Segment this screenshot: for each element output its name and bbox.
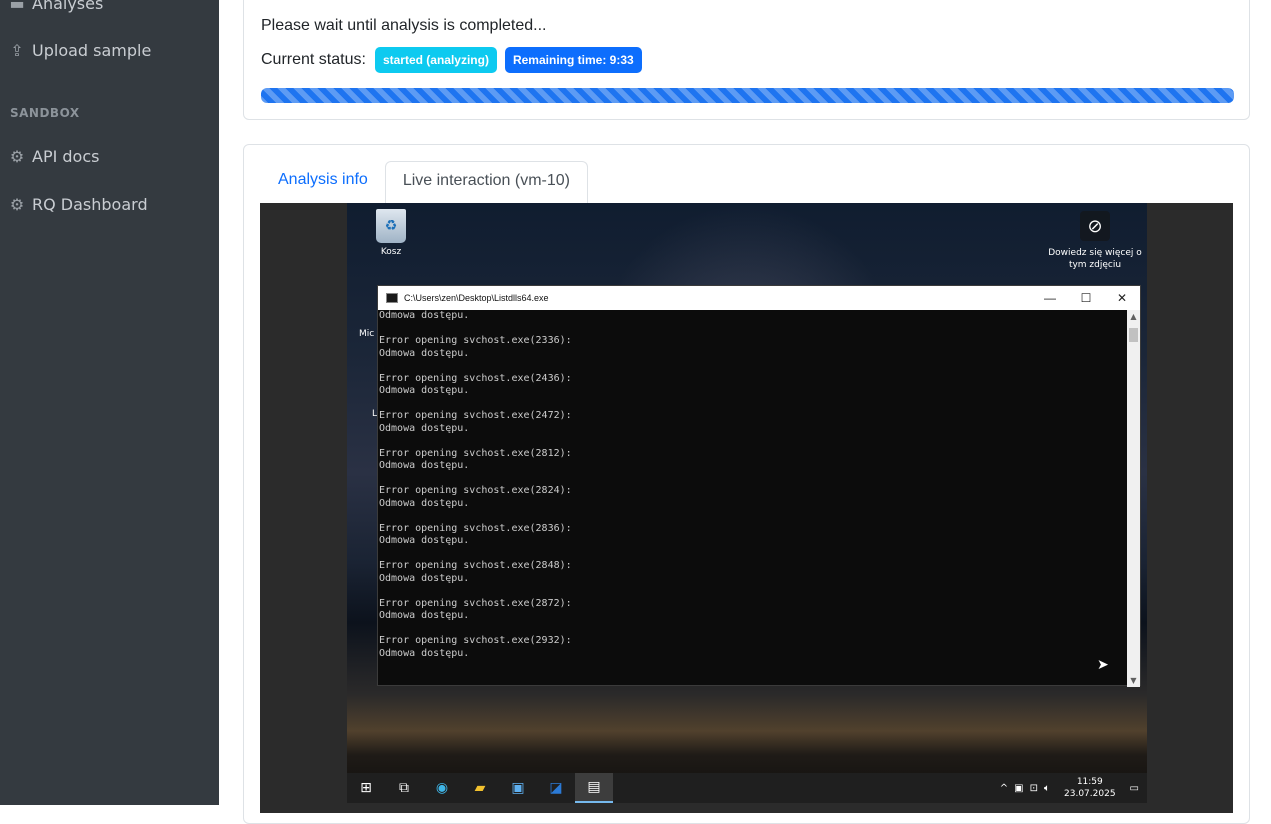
status-label: Current status:	[261, 51, 366, 68]
cmd-output-line	[379, 473, 1128, 486]
sidebar-item-label: RQ Dashboard	[32, 195, 148, 214]
analysis-tabs-card: Analysis info Live interaction (vm-10) ♻…	[243, 144, 1250, 824]
sidebar-item-upload-sample[interactable]: ⇪ Upload sample	[10, 41, 151, 60]
cmd-output-line: Odmowa dostępu.	[379, 497, 470, 509]
cmd-output-line: Error opening svchost.exe(2472):	[379, 410, 572, 421]
cmd-output-line: Odmowa dostępu.	[379, 647, 470, 659]
taskbar-clock[interactable]: 11:59 23.07.2025	[1064, 776, 1116, 800]
cmd-output-line	[379, 398, 1128, 411]
cmd-output-line: Odmowa dostępu.	[379, 572, 470, 584]
cmd-output-line: Error opening svchost.exe(2436):	[379, 372, 572, 384]
task-view-icon[interactable]: ⧉	[385, 773, 423, 803]
recycle-bin-icon: ♻	[376, 209, 406, 243]
cmd-output[interactable]: Odmowa dostępu. Error opening svchost.exe…	[378, 310, 1128, 687]
cmd-window-title: C:\Users\zen\Desktop\Listdlls64.exe	[404, 293, 549, 303]
mouse-cursor-icon: ➤	[1097, 657, 1109, 673]
cmd-output-line: Odmowa dostępu.	[379, 347, 470, 359]
camera-icon: ⊘	[1080, 211, 1110, 241]
vm-taskbar: ⊞ ⧉ ◉ ▰ ▣ ◪ ▤ ^ ▣ ⊡ 🔈︎ 11:59 23.07.2025	[347, 773, 1147, 803]
cmd-output-line: Error opening svchost.exe(2836):	[379, 522, 572, 534]
sidebar-item-rq-dashboard[interactable]: ⚙ RQ Dashboard	[10, 195, 148, 214]
desktop-icon-partial-label: Mic	[359, 329, 375, 339]
outlook-icon[interactable]: ◪	[537, 773, 575, 803]
cmd-window[interactable]: C:\Users\zen\Desktop\Listdlls64.exe — ☐ …	[377, 285, 1141, 687]
sidebar-item-label: Upload sample	[32, 41, 152, 60]
cmd-output-line: Error opening svchost.exe(2336):	[379, 335, 572, 346]
tab-analysis-info[interactable]: Analysis info	[261, 161, 385, 204]
analysis-progress-bar	[261, 88, 1234, 103]
gear-icon: ⚙	[9, 195, 25, 214]
network-icon[interactable]: ⊡	[1030, 783, 1038, 794]
clock-time: 11:59	[1076, 777, 1103, 787]
list-icon: ▬	[9, 0, 25, 13]
sidebar-section-heading: SANDBOX	[10, 106, 80, 120]
vm-desktop[interactable]: ♻ Kosz ⊘ Dowiedz się więcej o tym zdjęci…	[347, 203, 1147, 803]
cmd-output-line: Error opening svchost.exe(2932):	[379, 635, 572, 646]
remaining-time-badge: Remaining time: 9:33	[504, 47, 642, 73]
main-content: Please wait until analysis is completed.…	[219, 0, 1271, 824]
cmd-output-line: Error opening svchost.exe(2824):	[379, 485, 572, 496]
cmd-icon[interactable]: ▤	[575, 773, 613, 803]
cmd-scrollbar[interactable]: ▲ ▼	[1127, 310, 1140, 687]
scroll-down-icon[interactable]: ▼	[1127, 676, 1140, 685]
scrollbar-thumb[interactable]	[1129, 328, 1138, 342]
recycle-bin-desktop-icon[interactable]: ♻ Kosz	[369, 209, 413, 257]
cmd-output-line: Odmowa dostępu.	[379, 385, 470, 396]
recycle-bin-label: Kosz	[380, 247, 402, 257]
upload-icon: ⇪	[10, 41, 24, 60]
cmd-output-line	[379, 548, 1128, 561]
cmd-output-line	[379, 623, 1128, 636]
cmd-output-line: Odmowa dostępu.	[379, 422, 470, 434]
minimize-icon[interactable]: —	[1032, 291, 1068, 305]
clock-date: 23.07.2025	[1064, 789, 1116, 799]
cmd-output-line: Error opening svchost.exe(2872):	[379, 597, 572, 609]
notification-icon[interactable]: ▭	[1130, 783, 1139, 794]
cmd-output-line: Odmowa dostępu.	[379, 610, 470, 621]
sidebar-item-label: Analyses	[32, 0, 104, 13]
volume-icon[interactable]: 🔈︎	[1044, 783, 1050, 794]
windows-start-icon[interactable]: ⊞	[347, 773, 385, 803]
cmd-output-line: Error opening svchost.exe(2848):	[379, 560, 572, 571]
close-icon[interactable]: ✕	[1104, 291, 1140, 305]
cmd-output-line: Odmowa dostępu.	[379, 535, 470, 546]
cmd-output-line	[379, 323, 1128, 336]
tab-bar: Analysis info Live interaction (vm-10)	[261, 161, 588, 204]
security-icon[interactable]: ▣	[1014, 783, 1023, 794]
chevron-up-icon[interactable]: ^	[1000, 783, 1008, 794]
cmd-output-line: Odmowa dostępu.	[379, 310, 470, 321]
tab-live-interaction[interactable]: Live interaction (vm-10)	[384, 161, 588, 204]
sidebar-item-api-docs[interactable]: ⚙ API docs	[9, 147, 100, 166]
edge-icon[interactable]: ◉	[423, 773, 461, 803]
sidebar-item-analyses[interactable]: ▬ Analyses	[9, 0, 104, 13]
status-row: Current status: started (analyzing) Rema…	[261, 47, 642, 73]
cmd-output-line	[379, 510, 1128, 523]
learn-about-picture-label: Dowiedz się więcej o tym zdjęciu	[1048, 248, 1142, 270]
scroll-up-icon[interactable]: ▲	[1127, 312, 1140, 321]
vnc-viewer[interactable]: ♻ Kosz ⊘ Dowiedz się więcej o tym zdjęci…	[260, 203, 1233, 813]
cmd-app-icon	[386, 293, 398, 303]
status-card: Please wait until analysis is completed.…	[243, 0, 1250, 120]
sidebar-item-label: API docs	[32, 147, 100, 166]
system-tray: ^ ▣ ⊡ 🔈︎ 11:59 23.07.2025 ▭	[1000, 773, 1139, 803]
learn-about-picture-desktop-icon[interactable]: ⊘ Dowiedz się więcej o tym zdjęciu	[1047, 211, 1143, 271]
status-badge: started (analyzing)	[374, 47, 497, 73]
cmd-title-bar[interactable]: C:\Users\zen\Desktop\Listdlls64.exe — ☐ …	[378, 286, 1140, 310]
wait-message: Please wait until analysis is completed.…	[261, 17, 547, 34]
store-icon[interactable]: ▣	[499, 773, 537, 803]
gear-icon: ⚙	[9, 147, 25, 166]
cmd-output-line: Odmowa dostępu.	[379, 460, 470, 471]
cmd-output-line	[379, 360, 1128, 373]
sidebar: ▬ Analyses ⇪ Upload sample SANDBOX ⚙ API…	[0, 0, 219, 805]
cmd-output-line: Error opening svchost.exe(2812):	[379, 447, 572, 459]
cmd-output-line	[379, 435, 1128, 448]
cmd-output-line	[379, 585, 1128, 598]
maximize-icon[interactable]: ☐	[1068, 291, 1104, 305]
file-explorer-icon[interactable]: ▰	[461, 773, 499, 803]
